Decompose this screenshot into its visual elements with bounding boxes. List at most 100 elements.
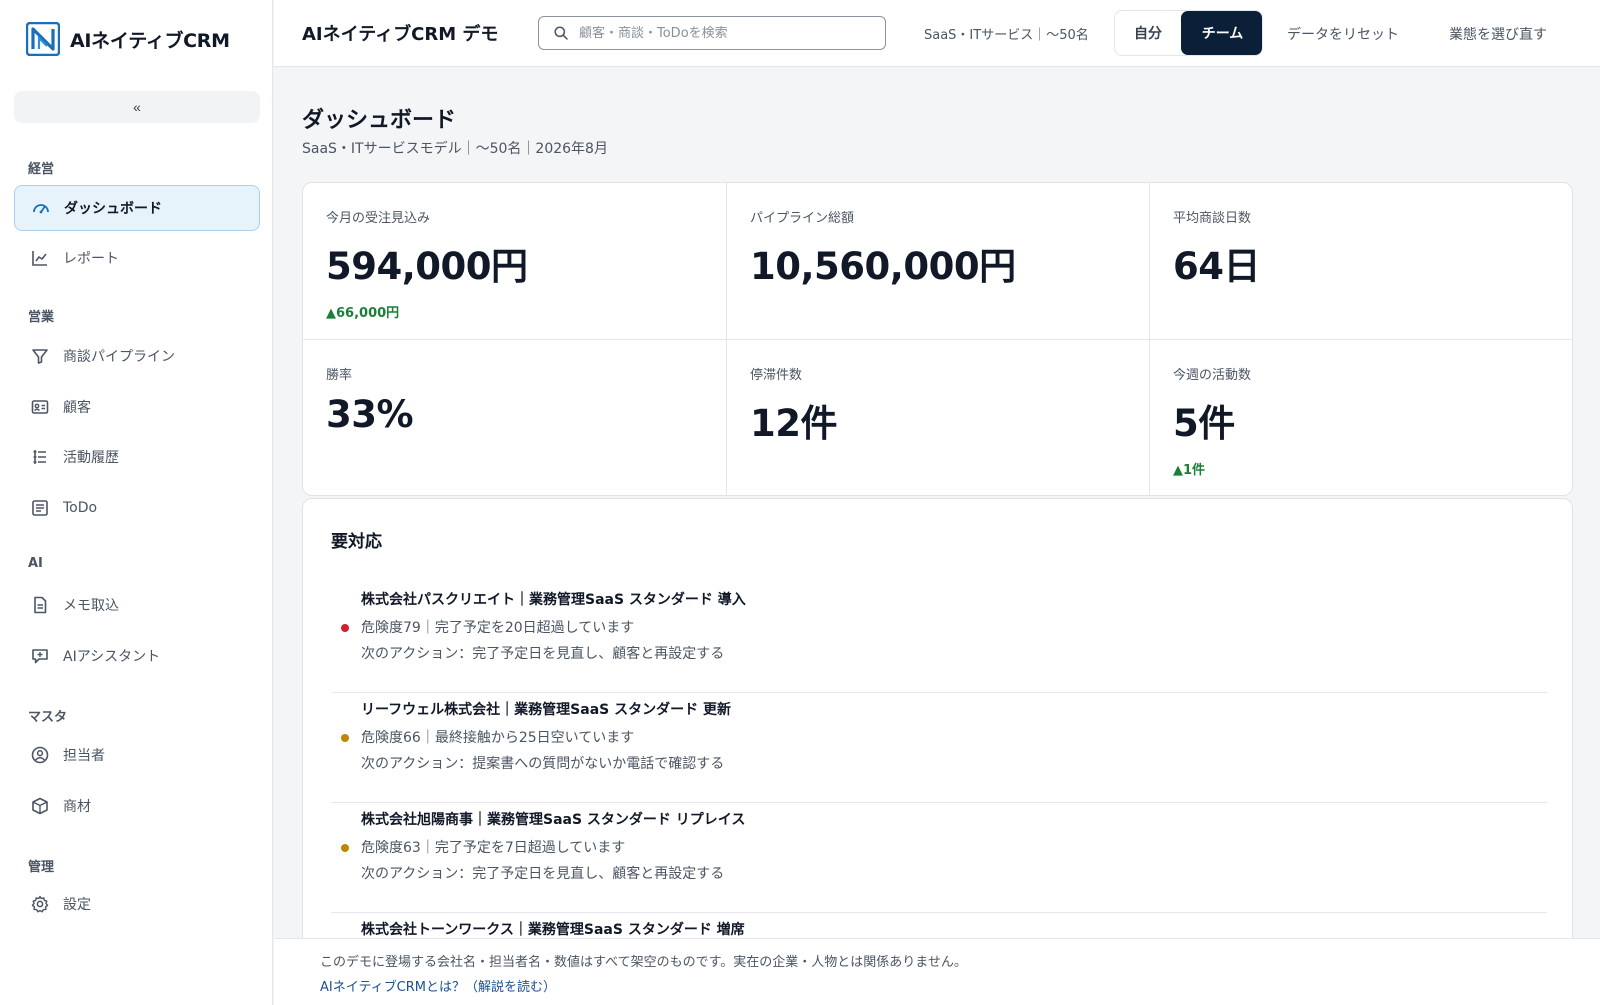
kpi-label: 停滞件数 (750, 368, 803, 383)
chat-sparkle-icon (32, 649, 48, 664)
kpi-win-rate: 勝率 33% (303, 340, 727, 495)
kpi-expected-orders: 今月の受注見込み 594,000円 ▲66,000円 (303, 183, 727, 340)
page-title: ダッシュボード (302, 108, 457, 133)
gear-icon (31, 895, 49, 913)
sidebar-item-label: メモ取込 (63, 598, 119, 614)
kpi-label: 今月の受注見込み (326, 211, 431, 226)
kpi-pipeline-total: パイプライン総額 10,560,000円 (727, 183, 1150, 340)
sidebar-item-todo[interactable]: ToDo (14, 485, 260, 531)
sidebar-item-label: 担当者 (63, 748, 105, 764)
action-item[interactable]: 株式会社旭陽商事｜業務管理SaaS スタンダード リプレイス 危険度63｜完了予… (331, 803, 1547, 913)
kpi-value: 12件 (750, 402, 838, 445)
action-next-step: 次のアクション：提案書への質問がないか電話で確認する (361, 756, 725, 772)
line-chart-icon (32, 251, 47, 266)
brand-logo-icon (26, 22, 60, 56)
sidebar-item-label: AIアシスタント (63, 649, 161, 665)
kpi-label: 今週の活動数 (1173, 368, 1252, 383)
box-icon (32, 797, 48, 815)
action-risk-text: 危険度79｜完了予定を20日超過しています (361, 620, 635, 636)
sidebar-item-label: 活動履歴 (63, 450, 119, 466)
sidebar-item-memo-import[interactable]: メモ取込 (14, 582, 260, 628)
search-input[interactable] (579, 25, 869, 41)
kpi-weekly-activities: 今週の活動数 5件 ▲1件 (1150, 340, 1572, 495)
kpi-avg-deal-days: 平均商談日数 64日 (1150, 183, 1572, 340)
checklist-icon (32, 500, 48, 516)
action-item[interactable]: 株式会社トーンワークス｜業務管理SaaS スタンダード 増席 (331, 913, 1547, 938)
kpi-delta: ▲66,000円 (326, 306, 400, 321)
sidebar-item-staff[interactable]: 担当者 (14, 732, 260, 778)
kpi-delta: ▲1件 (1173, 463, 1206, 478)
sidebar-item-customers[interactable]: 顧客 (14, 384, 260, 430)
action-next-step: 次のアクション：完了予定日を見直し、顧客と再設定する (361, 866, 725, 882)
risk-indicator-dot (341, 624, 349, 632)
footer-about-link[interactable]: AIネイティブCRMとは？（解説を読む） (320, 976, 556, 995)
timeline-list-icon (33, 450, 46, 464)
app-title: AIネイティブCRM デモ (302, 24, 499, 45)
gauge-icon (33, 204, 49, 214)
sidebar-item-dashboard[interactable]: ダッシュボード (14, 185, 260, 231)
rechoose-business-button[interactable]: 業態を選び直す (1449, 24, 1547, 44)
action-required-card: 要対応 株式会社パスクリエイト｜業務管理SaaS スタンダード 導入 危険度79… (302, 498, 1573, 938)
sidebar-item-label: 商談パイプライン (63, 349, 175, 365)
kpi-value: 594,000円 (326, 245, 528, 288)
action-item[interactable]: 株式会社パスクリエイト｜業務管理SaaS スタンダード 導入 危険度79｜完了予… (331, 583, 1547, 693)
kpi-label: 平均商談日数 (1173, 211, 1252, 226)
scope-toggle: 自分 チーム (1114, 10, 1263, 56)
nav-section-master: マスタ (28, 710, 68, 725)
app-root: AIネイティブCRM « 経営 ダッシュボード レポート 営業 商談パイプライン… (0, 0, 1600, 1005)
topbar: AIネイティブCRM デモ SaaS・ITサービス｜〜50名 自分 チーム デー… (274, 0, 1600, 67)
action-risk-text: 危険度63｜完了予定を7日超過しています (361, 840, 626, 856)
document-icon (34, 596, 47, 614)
sidebar-item-activities[interactable]: 活動履歴 (14, 434, 260, 480)
kpi-grid: 今月の受注見込み 594,000円 ▲66,000円 パイプライン総額 10,5… (302, 182, 1573, 496)
action-deal-name: 株式会社旭陽商事｜業務管理SaaS スタンダード リプレイス (361, 812, 746, 828)
search-icon (554, 26, 568, 40)
business-type-label: SaaS・ITサービス｜〜50名 (924, 28, 1089, 43)
search-box[interactable] (538, 16, 886, 50)
kpi-value: 64日 (1173, 245, 1261, 288)
sidebar-item-products[interactable]: 商材 (14, 783, 260, 829)
scope-self-button[interactable]: 自分 (1115, 11, 1181, 55)
sidebar-item-label: 設定 (63, 897, 91, 913)
action-deal-name: 株式会社パスクリエイト｜業務管理SaaS スタンダード 導入 (361, 592, 746, 608)
reset-data-button[interactable]: データをリセット (1287, 24, 1399, 44)
sidebar-item-label: ダッシュボード (64, 201, 162, 217)
footer: このデモに登場する会社名・担当者名・数値はすべて架空のものです。実在の企業・人物… (274, 938, 1600, 1005)
footer-disclaimer: このデモに登場する会社名・担当者名・数値はすべて架空のものです。実在の企業・人物… (320, 955, 967, 970)
sidebar-item-label: レポート (63, 251, 119, 267)
sidebar-item-label: ToDo (63, 500, 98, 516)
action-deal-name: リーフウェル株式会社｜業務管理SaaS スタンダード 更新 (361, 702, 731, 718)
kpi-stalled-count: 停滞件数 12件 (727, 340, 1150, 495)
user-circle-icon (31, 746, 49, 764)
brand[interactable]: AIネイティブCRM (26, 22, 230, 56)
page-subtitle: SaaS・ITサービスモデル｜〜50名｜2026年8月 (302, 141, 608, 157)
scope-team-button[interactable]: チーム (1181, 11, 1262, 55)
sidebar: AIネイティブCRM « 経営 ダッシュボード レポート 営業 商談パイプライン… (0, 0, 273, 1005)
action-next-step: 次のアクション：完了予定日を見直し、顧客と再設定する (361, 646, 725, 662)
main-content: ダッシュボード SaaS・ITサービスモデル｜〜50名｜2026年8月 今月の受… (274, 68, 1600, 938)
sidebar-item-pipeline[interactable]: 商談パイプライン (14, 333, 260, 379)
nav-section-sales: 営業 (28, 310, 55, 325)
kpi-value: 10,560,000円 (750, 245, 1016, 288)
nav-section-ai: AI (28, 556, 43, 571)
nav-section-admin: 管理 (28, 860, 55, 875)
kpi-label: パイプライン総額 (750, 211, 855, 226)
sidebar-item-settings[interactable]: 設定 (14, 881, 260, 927)
nav-section-management: 経営 (28, 162, 55, 177)
kpi-value: 5件 (1173, 402, 1235, 445)
sidebar-item-ai-assistant[interactable]: AIアシスタント (14, 633, 260, 679)
action-deal-name: 株式会社トーンワークス｜業務管理SaaS スタンダード 増席 (361, 922, 745, 938)
action-list: 株式会社パスクリエイト｜業務管理SaaS スタンダード 導入 危険度79｜完了予… (331, 583, 1547, 938)
action-required-title: 要対応 (331, 532, 382, 552)
kpi-value: 33% (326, 393, 414, 436)
collapse-sidebar-button[interactable]: « (14, 91, 260, 123)
action-item[interactable]: リーフウェル株式会社｜業務管理SaaS スタンダード 更新 危険度66｜最終接触… (331, 693, 1547, 803)
contact-card-icon (31, 400, 49, 414)
risk-indicator-dot (341, 844, 349, 852)
sidebar-item-label: 商材 (63, 799, 91, 815)
sidebar-item-reports[interactable]: レポート (14, 235, 260, 281)
brand-name: AIネイティブCRM (70, 29, 230, 52)
risk-indicator-dot (341, 734, 349, 742)
filter-icon (32, 349, 48, 364)
sidebar-item-label: 顧客 (63, 400, 91, 416)
